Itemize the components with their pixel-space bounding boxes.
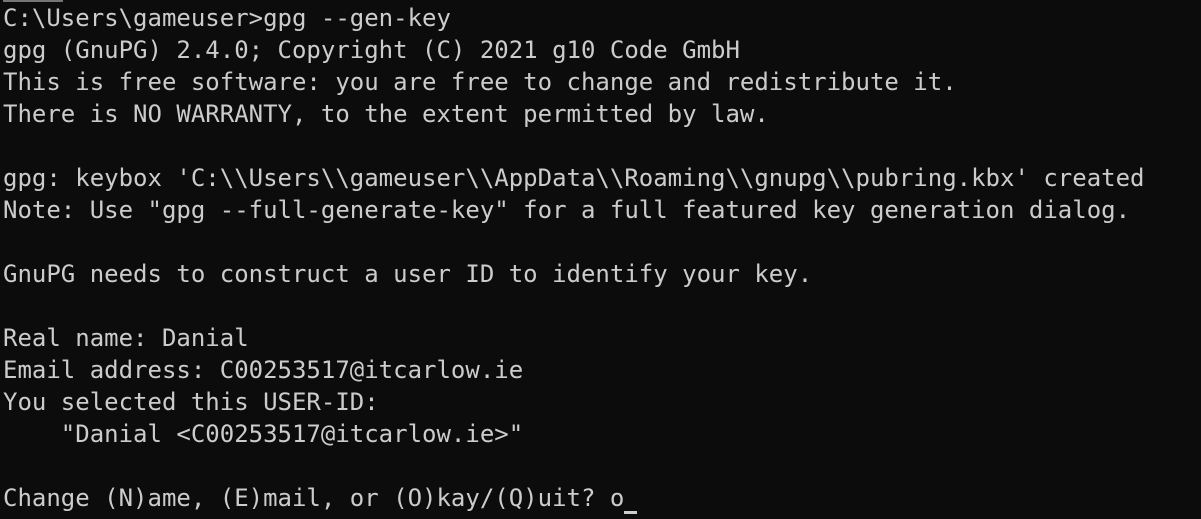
terminal-line-selected-user-id: You selected this USER-ID: [3,388,379,416]
terminal-line-real-name: Real name: Danial [3,324,249,352]
terminal-line-keybox-created: gpg: keybox 'C:\\Users\\gameuser\\AppDat… [3,164,1145,192]
terminal-line-version: gpg (GnuPG) 2.4.0; Copyright (C) 2021 g1… [3,36,740,64]
terminal-line-user-id-info: GnuPG needs to construct a user ID to id… [3,260,813,288]
terminal-line-user-id-value: "Danial <C00253517@itcarlow.ie>" [3,420,524,448]
terminal-line-email: Email address: C00253517@itcarlow.ie [3,356,524,384]
clipped-previous-line [3,0,63,2]
terminal-line-warranty: There is NO WARRANTY, to the extent perm… [3,100,769,128]
text-cursor [624,511,638,514]
terminal-prompt-text: Change (N)ame, (E)mail, or (O)kay/(Q)uit… [3,484,625,512]
terminal-prompt-line[interactable]: Change (N)ame, (E)mail, or (O)kay/(Q)uit… [3,482,1201,514]
terminal-line-free-software: This is free software: you are free to c… [3,68,957,96]
terminal-line-note: Note: Use "gpg --full-generate-key" for … [3,196,1131,224]
terminal-line-command: C:\Users\gameuser>gpg --gen-key [3,4,451,32]
terminal-window[interactable]: C:\Users\gameuser>gpg --gen-key gpg (Gnu… [0,0,1201,519]
